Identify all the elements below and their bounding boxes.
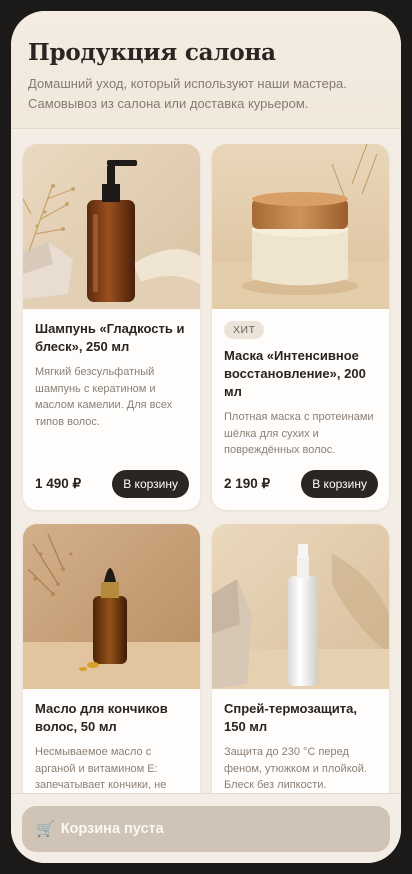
product-card-shampoo[interactable]: Шампунь «Гладкость и блеск», 250 мл Мягк… bbox=[23, 144, 200, 510]
cart-button[interactable]: 🛒 Корзина пуста bbox=[22, 806, 390, 852]
product-name: Маска «Интенсивное восстановление», 200 … bbox=[224, 348, 366, 399]
product-body-spray: Спрей-термозащита, 150 мл Защита до 230 … bbox=[212, 689, 389, 794]
product-card-mask[interactable]: ХИТ Маска «Интенсивное восстановление», … bbox=[212, 144, 389, 510]
device-frame: Продукция салона Домашний уход, который … bbox=[0, 0, 412, 874]
product-description: Плотная маска с протеинами шёлка для сух… bbox=[224, 411, 374, 456]
product-card-spray[interactable]: Спрей-термозащита, 150 мл Защита до 230 … bbox=[212, 524, 389, 814]
screen: Продукция салона Домашний уход, который … bbox=[11, 11, 401, 863]
product-price: 1 490 ₽ bbox=[35, 476, 82, 491]
add-to-cart-button[interactable]: В корзину bbox=[112, 470, 189, 498]
product-body-shampoo: Шампунь «Гладкость и блеск», 250 мл Мягк… bbox=[23, 309, 200, 430]
product-card-oil[interactable]: Масло для кончиков волос, 50 мл Несмывае… bbox=[23, 524, 200, 814]
cart-icon: 🛒 bbox=[36, 821, 55, 838]
hit-badge: ХИТ bbox=[224, 321, 265, 339]
cart-label: Корзина пуста bbox=[60, 821, 164, 837]
product-name: Спрей-термозащита, 150 мл bbox=[224, 701, 358, 734]
page-subtitle: Домашний уход, который используют наши м… bbox=[28, 76, 347, 111]
product-image-oil bbox=[23, 524, 200, 689]
product-footer: 1 490 ₽ В корзину bbox=[35, 470, 189, 498]
product-image-spray bbox=[212, 524, 389, 689]
page-header: Продукция салона Домашний уход, который … bbox=[11, 11, 401, 129]
product-image-shampoo bbox=[23, 144, 200, 309]
product-body-mask: ХИТ Маска «Интенсивное восстановление», … bbox=[212, 309, 389, 459]
product-description: Мягкий безсульфатный шампунь с кератином… bbox=[35, 366, 173, 428]
product-image-mask bbox=[212, 144, 389, 309]
product-footer: 2 190 ₽ В корзину bbox=[224, 470, 378, 498]
product-price: 2 190 ₽ bbox=[224, 476, 271, 491]
add-to-cart-button[interactable]: В корзину bbox=[301, 470, 378, 498]
product-body-oil: Масло для кончиков волос, 50 мл Несмывае… bbox=[23, 689, 200, 794]
product-description: Несмываемое масло с арганой и витамином … bbox=[35, 746, 167, 791]
product-name: Масло для кончиков волос, 50 мл bbox=[35, 701, 168, 734]
page-title: Продукция салона bbox=[28, 39, 276, 66]
bottom-bar: 🛒 Корзина пуста bbox=[11, 793, 401, 863]
product-name: Шампунь «Гладкость и блеск», 250 мл bbox=[35, 321, 185, 354]
product-description: Защита до 230 °С перед феном, утюжком и … bbox=[224, 746, 367, 791]
